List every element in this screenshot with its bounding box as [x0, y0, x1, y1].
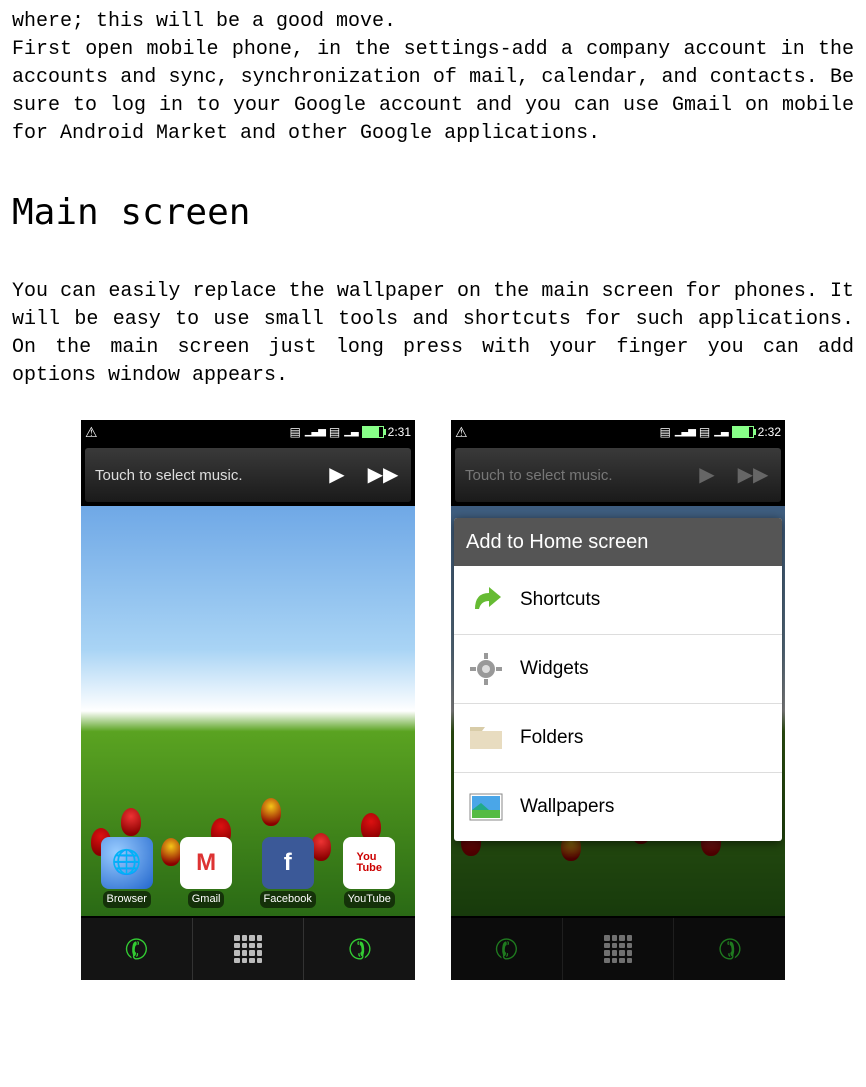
- battery-icon: [732, 426, 754, 438]
- data-icon: ▤: [289, 424, 300, 441]
- next-icon: ▶▶: [735, 457, 771, 493]
- shortcut-arrow-icon: [468, 582, 504, 618]
- phone-icon: ✆: [489, 927, 524, 972]
- app-browser[interactable]: 🌐 Browser: [101, 837, 153, 908]
- signal-icon-2: ▁▃: [344, 425, 357, 439]
- body-paragraph: You can easily replace the wallpaper on …: [12, 278, 854, 390]
- screenshots-container: ⚠ ▤ ▁▃▅ ▤ ▁▃ 2:31 Touch to select music.…: [12, 420, 854, 980]
- app-shortcuts-row: 🌐 Browser M Gmail f Facebook YouTube You…: [81, 837, 415, 908]
- app-label: Browser: [103, 891, 151, 908]
- phone-icon: ✆: [712, 927, 747, 972]
- main-heading: Main screen: [12, 188, 854, 238]
- dialog-item-label: Shortcuts: [520, 587, 600, 614]
- battery-icon: [362, 426, 384, 438]
- dialer-button-right[interactable]: ✆: [304, 918, 415, 980]
- dialog-item-label: Wallpapers: [520, 794, 614, 821]
- dialog-item-label: Widgets: [520, 656, 589, 683]
- bottom-nav: ✆ ✆: [451, 918, 785, 980]
- gear-icon: [468, 651, 504, 687]
- youtube-icon: YouTube: [343, 837, 395, 889]
- clock: 2:31: [388, 424, 411, 441]
- dialer-button[interactable]: ✆: [81, 918, 192, 980]
- notification-icon: ⚠: [85, 423, 98, 443]
- facebook-icon: f: [262, 837, 314, 889]
- signal-icon: ▁▃▅: [675, 425, 695, 439]
- grid-icon: [604, 935, 632, 963]
- app-label: Facebook: [260, 891, 316, 908]
- dialog-item-wallpapers[interactable]: Wallpapers: [454, 773, 782, 841]
- music-text: Touch to select music.: [95, 465, 309, 486]
- next-icon[interactable]: ▶▶: [365, 457, 401, 493]
- clock: 2:32: [758, 424, 781, 441]
- picture-icon: [468, 789, 504, 825]
- globe-icon: 🌐: [101, 837, 153, 889]
- notification-icon: ⚠: [455, 423, 468, 443]
- app-drawer-button[interactable]: [193, 918, 304, 980]
- folder-icon: [468, 720, 504, 756]
- app-label: YouTube: [344, 891, 395, 908]
- music-widget[interactable]: Touch to select music. ▶ ▶▶: [85, 448, 411, 502]
- phone-icon: ✆: [342, 927, 377, 972]
- intro-paragraph: where; this will be a good move. First o…: [12, 8, 854, 148]
- app-label: Gmail: [188, 891, 225, 908]
- gmail-icon: M: [180, 837, 232, 889]
- app-facebook[interactable]: f Facebook: [260, 837, 316, 908]
- signal-icon: ▁▃▅: [305, 425, 325, 439]
- add-to-home-dialog: Add to Home screen Shortcuts Widgets Fol…: [454, 518, 782, 841]
- dialer-button-right[interactable]: ✆: [674, 918, 785, 980]
- dialog-item-label: Folders: [520, 725, 583, 752]
- dialog-title: Add to Home screen: [454, 518, 782, 566]
- data-icon-2: ▤: [699, 424, 710, 441]
- signal-icon-2: ▁▃: [714, 425, 727, 439]
- play-icon[interactable]: ▶: [319, 457, 355, 493]
- bottom-nav: ✆ ✆: [81, 918, 415, 980]
- app-youtube[interactable]: YouTube YouTube: [343, 837, 395, 908]
- dialog-item-shortcuts[interactable]: Shortcuts: [454, 566, 782, 635]
- phone-icon: ✆: [119, 927, 154, 972]
- dialog-item-widgets[interactable]: Widgets: [454, 635, 782, 704]
- app-gmail[interactable]: M Gmail: [180, 837, 232, 908]
- status-bar: ⚠ ▤ ▁▃▅ ▤ ▁▃ 2:31: [81, 420, 415, 444]
- phone-add-menu-screen: ⚠ ▤ ▁▃▅ ▤ ▁▃ 2:32 Touch to select music.…: [451, 420, 785, 980]
- music-widget: Touch to select music. ▶ ▶▶: [455, 448, 781, 502]
- status-bar: ⚠ ▤ ▁▃▅ ▤ ▁▃ 2:32: [451, 420, 785, 444]
- dialog-item-folders[interactable]: Folders: [454, 704, 782, 773]
- dialer-button[interactable]: ✆: [451, 918, 562, 980]
- music-text: Touch to select music.: [465, 465, 679, 486]
- play-icon: ▶: [689, 457, 725, 493]
- data-icon: ▤: [659, 424, 670, 441]
- app-drawer-button[interactable]: [563, 918, 674, 980]
- data-icon-2: ▤: [329, 424, 340, 441]
- grid-icon: [234, 935, 262, 963]
- phone-home-screen: ⚠ ▤ ▁▃▅ ▤ ▁▃ 2:31 Touch to select music.…: [81, 420, 415, 980]
